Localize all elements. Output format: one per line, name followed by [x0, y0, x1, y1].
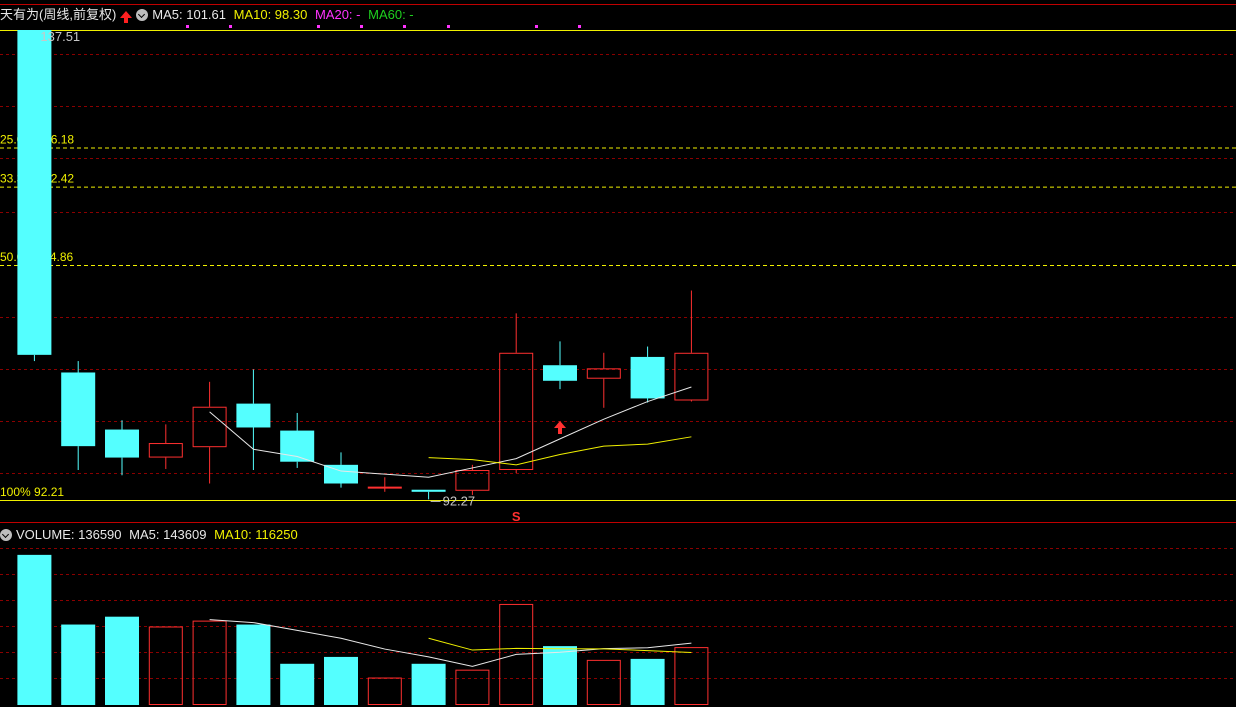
candle	[630, 346, 665, 403]
candle-body	[367, 486, 402, 489]
candle-body	[17, 30, 52, 355]
candle-body	[192, 406, 227, 448]
candle-body	[674, 352, 709, 401]
volume-bar	[192, 620, 227, 705]
candle	[61, 361, 96, 471]
candle	[236, 369, 271, 471]
candle-body	[499, 352, 534, 471]
fib-label: 100% 92.21	[0, 485, 64, 499]
stock-chart[interactable]: 25.0% 126.1833.3% 122.4250.0% 114.86100%…	[0, 0, 1236, 707]
candle-body	[61, 372, 96, 447]
period-tick	[578, 25, 581, 28]
period-tick	[186, 25, 189, 28]
volume-bar	[148, 626, 183, 705]
candle	[148, 424, 183, 469]
candle-body	[105, 429, 139, 458]
candle-body	[411, 489, 446, 492]
period-tick	[447, 25, 450, 28]
candle	[324, 452, 358, 488]
candle-body	[148, 443, 183, 458]
candle-body	[586, 368, 621, 379]
ma10-line	[428, 436, 692, 466]
volume-bar	[543, 646, 577, 705]
volume-bar	[280, 663, 315, 705]
buy-arrow-head	[554, 421, 566, 428]
candle	[17, 30, 52, 362]
candle-body	[236, 403, 271, 428]
volume-ma5-label: MA5: 143609	[129, 527, 207, 542]
candle	[280, 412, 315, 468]
ma60-label: MA60: -	[368, 7, 414, 22]
candle-body	[455, 470, 490, 491]
volume-ma10-label: MA10: 116250	[214, 527, 298, 542]
candle	[411, 489, 446, 500]
volume-bar	[455, 669, 490, 705]
volume-bar	[367, 677, 402, 706]
volume-bar	[674, 647, 709, 706]
candle-body	[543, 365, 577, 381]
buy-arrow-stem	[558, 428, 562, 434]
candle	[499, 313, 534, 474]
period-tick	[403, 25, 406, 28]
period-tick	[229, 25, 232, 28]
volume-bar	[586, 659, 621, 705]
volume-bar	[61, 624, 96, 705]
volume-bar	[105, 616, 139, 705]
candle	[192, 381, 227, 484]
ma10-label: MA10: 98.30	[233, 7, 308, 22]
high-price-label: 137.51	[40, 29, 80, 44]
ma5-label: MA5: 101.61	[152, 7, 226, 22]
period-tick	[535, 25, 538, 28]
volume-legend: VOLUME: 136590 MA5: 143609 MA10: 116250	[0, 527, 302, 543]
price-legend: 天有为(周线,前复权) MA5: 101.61 MA10: 98.30 MA20:…	[0, 7, 418, 23]
volume-bar	[236, 624, 271, 705]
candle	[543, 341, 577, 390]
volume-label: VOLUME: 136590	[16, 527, 122, 542]
period-tick	[360, 25, 363, 28]
volume-bar	[324, 656, 358, 705]
ma20-label: MA20: -	[314, 7, 361, 22]
stock-title: 天有为(周线,前复权)	[0, 7, 117, 22]
buy-arrow-icon	[554, 421, 566, 434]
volume-bar	[17, 554, 52, 705]
candle	[367, 477, 402, 492]
candle	[105, 420, 139, 476]
chevron-down-icon[interactable]	[136, 9, 149, 21]
volume-bar	[411, 663, 446, 705]
candle	[674, 290, 709, 402]
candle-body	[630, 356, 665, 399]
volume-bar	[630, 658, 665, 705]
low-price-label: 92.27	[443, 493, 476, 508]
candle	[586, 352, 621, 408]
signal-marker-label: S	[512, 509, 521, 524]
chevron-down-icon[interactable]	[0, 529, 12, 541]
candle	[455, 464, 490, 495]
period-tick	[317, 25, 320, 28]
up-arrow-icon[interactable]	[120, 11, 133, 23]
